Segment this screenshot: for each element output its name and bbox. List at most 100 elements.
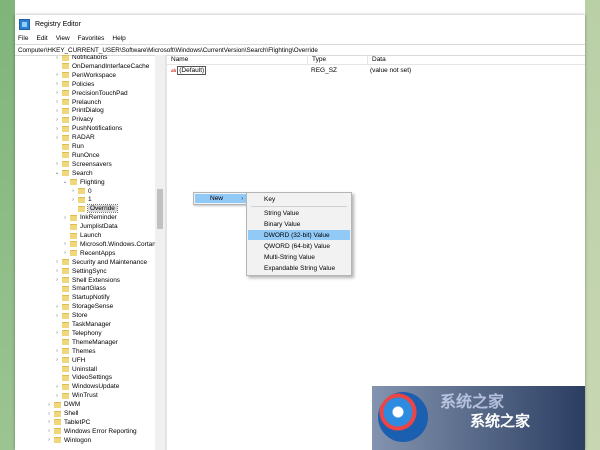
- tree-item[interactable]: › Prelaunch: [54, 98, 101, 107]
- submenu-item-key[interactable]: Key: [248, 194, 350, 204]
- menu-favorites[interactable]: Favorites: [78, 35, 105, 42]
- submenu-item-string-value[interactable]: String Value: [248, 208, 350, 218]
- registry-tree[interactable]: › Notifications OnDemandInterfaceCache › Pen…: [15, 55, 165, 450]
- tree-item[interactable]: › Themes: [54, 347, 95, 356]
- tree-item[interactable]: › RecentApps: [62, 249, 115, 258]
- chevron-right-icon[interactable]: ›: [54, 55, 60, 61]
- chevron-right-icon[interactable]: ›: [54, 330, 60, 336]
- tree-item[interactable]: › PenWorkspace: [54, 71, 116, 80]
- chevron-right-icon[interactable]: ›: [54, 357, 60, 363]
- chevron-right-icon[interactable]: ›: [54, 313, 60, 319]
- tree-item[interactable]: TaskManager: [54, 320, 111, 329]
- chevron-right-icon[interactable]: ›: [54, 99, 60, 105]
- chevron-down-icon[interactable]: ⌄: [62, 179, 68, 185]
- menu-file[interactable]: File: [18, 35, 28, 42]
- chevron-right-icon[interactable]: ›: [54, 126, 60, 132]
- tree-item[interactable]: ThemeManager: [54, 338, 118, 347]
- tree-item[interactable]: › 1: [70, 195, 92, 204]
- chevron-right-icon[interactable]: ›: [62, 215, 68, 221]
- menu-edit[interactable]: Edit: [36, 35, 47, 42]
- tree-item[interactable]: › Shell: [46, 409, 78, 418]
- tree-item[interactable]: › RADAR: [54, 133, 95, 142]
- menu-view[interactable]: View: [56, 35, 70, 42]
- column-data[interactable]: Data: [368, 55, 572, 64]
- tree-item[interactable]: Run: [54, 142, 84, 151]
- tree-item[interactable]: › PushNotifications: [54, 124, 122, 133]
- column-name[interactable]: Name: [167, 55, 308, 64]
- tree-item[interactable]: VideoSettings: [54, 373, 112, 382]
- tree-item[interactable]: ⌄ Flighting: [62, 178, 105, 187]
- chevron-right-icon[interactable]: ›: [54, 268, 60, 274]
- chevron-right-icon[interactable]: ›: [54, 72, 60, 78]
- submenu-item-multi-string-value[interactable]: Multi-String Value: [248, 252, 350, 262]
- chevron-right-icon[interactable]: ›: [54, 108, 60, 114]
- tree-item[interactable]: StartupNotify: [54, 293, 110, 302]
- tree-item[interactable]: › Winlogon: [46, 436, 91, 445]
- context-menu: New ›: [193, 192, 248, 205]
- menu-help[interactable]: Help: [112, 35, 125, 42]
- chevron-right-icon[interactable]: ›: [70, 188, 76, 194]
- tree-item[interactable]: › TabletPC: [46, 418, 90, 427]
- tree-item-label: Shell Extensions: [72, 276, 121, 284]
- tree-item[interactable]: OnDemandInterfaceCache: [54, 62, 149, 71]
- chevron-right-icon[interactable]: ›: [54, 117, 60, 123]
- tree-item[interactable]: › 0: [70, 187, 92, 196]
- chevron-right-icon[interactable]: ›: [54, 81, 60, 87]
- chevron-right-icon[interactable]: ›: [70, 197, 76, 203]
- chevron-right-icon[interactable]: ›: [46, 419, 52, 425]
- chevron-right-icon[interactable]: ›: [54, 135, 60, 141]
- chevron-right-icon[interactable]: ›: [62, 250, 68, 256]
- tree-item[interactable]: › PrintDialog: [54, 106, 104, 115]
- tree-scrollbar[interactable]: [155, 55, 165, 450]
- chevron-right-icon[interactable]: ›: [62, 241, 68, 247]
- tree-item[interactable]: › UFH: [54, 356, 85, 365]
- chevron-down-icon[interactable]: ⌄: [54, 170, 60, 176]
- address-path[interactable]: Computer\HKEY_CURRENT_USER\Software\Micr…: [18, 47, 318, 54]
- tree-item[interactable]: › SettingSync: [54, 267, 107, 276]
- tree-item[interactable]: › Policies: [54, 80, 94, 89]
- tree-item[interactable]: › Microsoft.Windows.Cortana_: [62, 240, 163, 249]
- tree-item-label: RunOnce: [72, 151, 100, 159]
- tree-item[interactable]: › WinTrust: [54, 391, 98, 400]
- tree-item[interactable]: SmartGlass: [54, 284, 106, 293]
- submenu-item-dword-value[interactable]: DWORD (32-bit) Value: [248, 230, 350, 240]
- tree-item[interactable]: › PrecisionTouchPad: [54, 89, 128, 98]
- tree-item[interactable]: Uninstall: [54, 365, 97, 374]
- chevron-right-icon[interactable]: ›: [54, 161, 60, 167]
- submenu-item-binary-value[interactable]: Binary Value: [248, 219, 350, 229]
- menu-item-new[interactable]: New ›: [195, 194, 246, 203]
- tree-item[interactable]: RunOnce: [54, 151, 99, 160]
- tree-scrollbar-thumb[interactable]: [157, 189, 163, 229]
- tree-item[interactable]: › DWM: [46, 400, 80, 409]
- chevron-right-icon[interactable]: ›: [46, 428, 52, 434]
- tree-item[interactable]: › Privacy: [54, 115, 93, 124]
- chevron-right-icon[interactable]: ›: [54, 277, 60, 283]
- chevron-right-icon[interactable]: ›: [54, 259, 60, 265]
- tree-item[interactable]: › StorageSense: [54, 302, 113, 311]
- submenu-item-qword-value[interactable]: QWORD (64-bit) Value: [248, 241, 350, 251]
- tree-item[interactable]: JumplistData: [62, 222, 118, 231]
- tree-item[interactable]: › Telephony: [54, 329, 102, 338]
- tree-item[interactable]: › Windows Error Reporting: [46, 427, 137, 436]
- tree-item[interactable]: › Store: [54, 311, 87, 320]
- table-row[interactable]: ab (Default) REG_SZ (value not set): [167, 65, 585, 75]
- chevron-right-icon[interactable]: ›: [46, 411, 52, 417]
- chevron-right-icon[interactable]: ›: [54, 304, 60, 310]
- chevron-right-icon[interactable]: ›: [46, 402, 52, 408]
- chevron-right-icon[interactable]: ›: [54, 393, 60, 399]
- chevron-right-icon[interactable]: ›: [54, 348, 60, 354]
- tree-item[interactable]: Override: [70, 204, 118, 214]
- tree-item[interactable]: › WindowsUpdate: [54, 382, 119, 391]
- chevron-right-icon[interactable]: ›: [46, 437, 52, 443]
- tree-item[interactable]: Launch: [62, 231, 101, 240]
- title-bar[interactable]: Registry Editor: [15, 15, 585, 33]
- tree-item[interactable]: › InkReminder: [62, 213, 117, 222]
- column-type[interactable]: Type: [308, 55, 368, 64]
- tree-item[interactable]: › Shell Extensions: [54, 276, 120, 285]
- chevron-right-icon[interactable]: ›: [54, 90, 60, 96]
- tree-item[interactable]: › Screensavers: [54, 160, 112, 169]
- submenu-item-expandable-string-value[interactable]: Expandable String Value: [248, 263, 350, 273]
- chevron-right-icon[interactable]: ›: [54, 384, 60, 390]
- tree-item[interactable]: ⌄ Search: [54, 169, 93, 178]
- tree-item[interactable]: › Security and Maintenance: [54, 258, 147, 267]
